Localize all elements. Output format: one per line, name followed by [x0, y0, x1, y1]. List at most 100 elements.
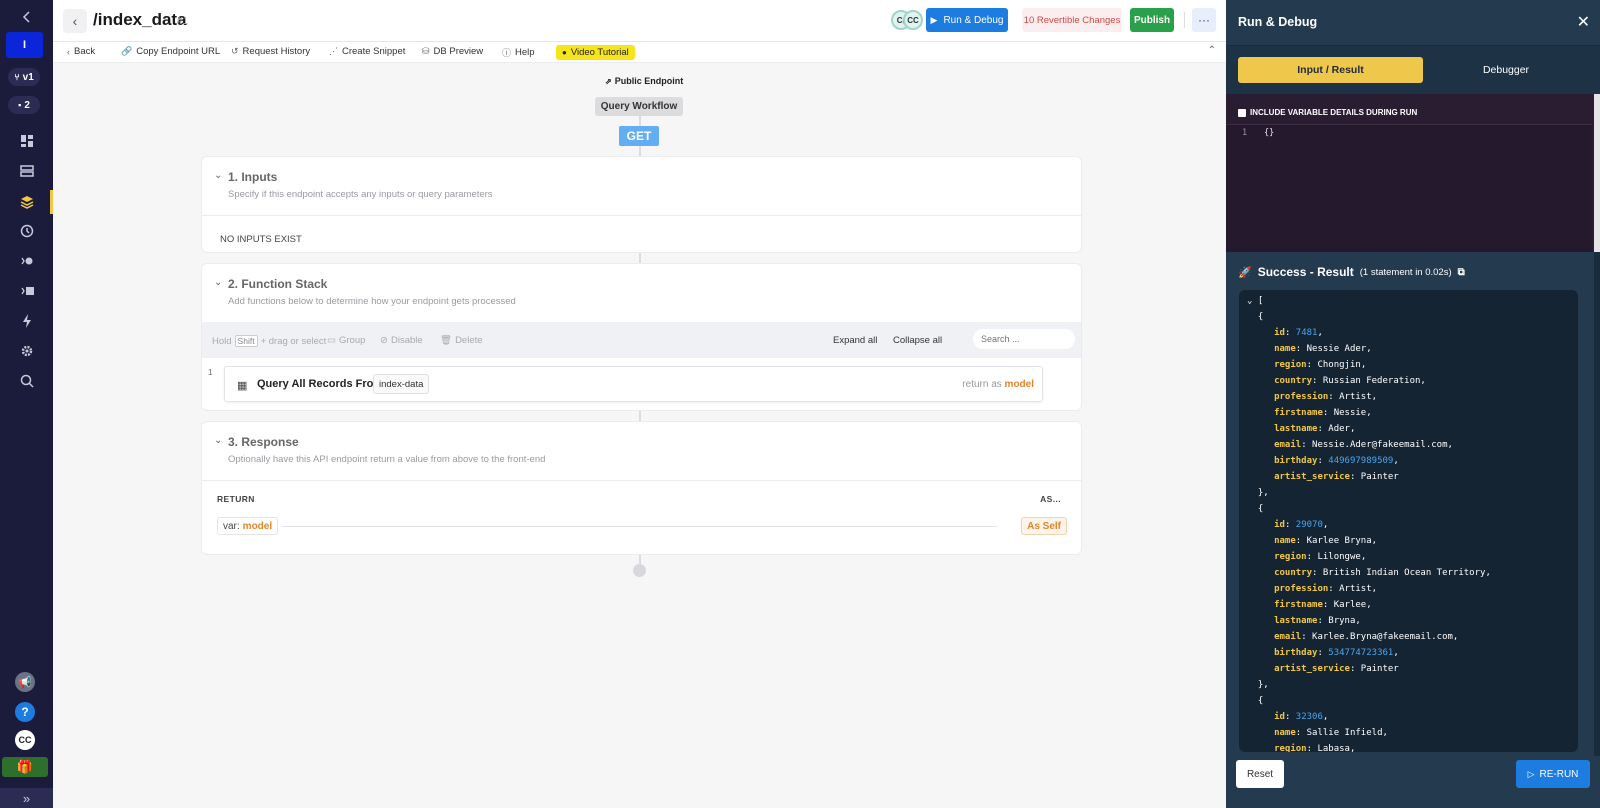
workflow-type-badge: Query Workflow [595, 97, 683, 116]
group-icon: ▭ [327, 335, 336, 346]
group-button[interactable]: ▭ Group [327, 335, 365, 346]
json-key: lastname [1274, 424, 1318, 434]
function-step[interactable]: ▦ Query All Records From index-data retu… [224, 366, 1043, 402]
json-line: lastname: Ader, [1274, 424, 1356, 434]
drag-text: + drag or select [260, 335, 327, 347]
input-json-editor[interactable]: 1 {} [1226, 124, 1592, 252]
link-icon: 🔗 [121, 46, 133, 56]
json-value: Karlee.Bryna@fakeemail.com [1312, 632, 1453, 642]
json-key: id [1274, 712, 1285, 722]
revertible-changes-button[interactable]: 10 Revertible Changes [1022, 8, 1122, 32]
json-key: profession [1274, 584, 1329, 594]
reset-button[interactable]: Reset [1236, 760, 1284, 788]
chevron-down-icon[interactable]: ⌄ [214, 435, 222, 446]
json-value: Karlee Bryna [1306, 536, 1372, 546]
include-variables-label: INCLUDE VARIABLE DETAILS DURING RUN [1250, 108, 1418, 117]
collapse-chevron-icon[interactable] [0, 2, 53, 32]
json-value: 449697989509 [1328, 456, 1394, 466]
json-key: email [1274, 440, 1302, 450]
collapse-all-button[interactable]: Collapse all [893, 335, 942, 346]
inputs-title[interactable]: 1. Inputs [228, 170, 277, 184]
collapse-toolbar-icon[interactable]: ⌃ [1208, 45, 1216, 56]
marketplace-icon[interactable] [0, 276, 53, 306]
functions-bolt-icon[interactable] [0, 306, 53, 336]
expand-rail-icon[interactable]: » [0, 788, 53, 808]
delete-button[interactable]: 🗑 Delete [440, 335, 483, 346]
scrollbar[interactable] [1594, 252, 1600, 756]
include-variables-checkbox[interactable]: INCLUDE VARIABLE DETAILS DURING RUN [1238, 108, 1417, 117]
play-outline-icon: ▷ [1527, 768, 1535, 779]
json-key: firstname [1274, 600, 1323, 610]
chevron-down-icon[interactable]: ⌄ [214, 277, 222, 288]
help-icon[interactable]: ? [15, 702, 35, 722]
dashboard-icon[interactable] [0, 126, 53, 156]
back-link[interactable]: ‹ Back [67, 46, 95, 57]
scrollbar[interactable] [1594, 94, 1600, 252]
empty-inputs-message: NO INPUTS EXIST [220, 234, 302, 245]
disable-button[interactable]: ⊘ Disable [380, 335, 423, 346]
as-self-chip[interactable]: As Self [1021, 517, 1067, 535]
json-object-open: { [1247, 312, 1264, 322]
help-link[interactable]: ⓘ Help [502, 46, 535, 59]
search-icon[interactable] [0, 366, 53, 396]
result-json-viewer[interactable]: ⌄ [ { id: 7481, name: Nessie Ader, regio… [1239, 290, 1578, 752]
api-layers-icon[interactable] [0, 187, 53, 217]
json-key: lastname [1274, 616, 1318, 626]
json-line: firstname: Karlee, [1274, 600, 1372, 610]
editor-line-number: 1 [1242, 128, 1248, 138]
checkbox-box[interactable] [1238, 108, 1246, 117]
tab-debugger[interactable]: Debugger [1422, 57, 1590, 83]
step-table-badge[interactable]: index-data [373, 374, 430, 394]
create-snippet-link[interactable]: ⋰ Create Snippet [329, 46, 405, 57]
addons-icon[interactable] [0, 246, 53, 276]
request-history-link[interactable]: ↺ Request History [231, 46, 310, 57]
panel-tabs: Input / Result Debugger [1226, 46, 1600, 94]
app-switcher-button[interactable]: I [6, 32, 43, 58]
json-object-close: }, [1247, 680, 1269, 690]
chevron-down-icon[interactable]: ⌄ [214, 170, 222, 181]
more-options-button[interactable]: ··· [1192, 8, 1216, 32]
json-key: region [1274, 360, 1307, 370]
run-debug-button[interactable]: ▶ Run & Debug [926, 8, 1008, 32]
rocket-icon: 🚀 [1238, 266, 1252, 279]
user-avatar[interactable]: CC [15, 730, 35, 750]
function-stack-title[interactable]: 2. Function Stack [228, 277, 327, 291]
share-icon: ⋰ [329, 46, 338, 56]
close-icon[interactable]: ✕ [1577, 12, 1590, 32]
http-method-badge[interactable]: GET [619, 126, 659, 146]
publish-button[interactable]: Publish [1130, 8, 1174, 32]
video-tutorial-button[interactable]: ● Video Tutorial [556, 45, 635, 60]
chevron-left-icon: ‹ [67, 46, 70, 57]
history-icon[interactable] [0, 216, 53, 246]
branch-selector[interactable]: ⑂ v1 [8, 68, 40, 86]
json-value: Painter [1360, 664, 1399, 674]
editor-code[interactable]: {} [1264, 128, 1274, 138]
comments-button[interactable]: ▪ 2 [8, 96, 40, 114]
tab-input-result[interactable]: Input / Result [1238, 57, 1423, 83]
json-line: country: Russian Federation, [1274, 376, 1426, 386]
copy-icon[interactable]: ⧉ [1458, 267, 1465, 278]
database-icon[interactable] [0, 156, 53, 186]
gift-icon[interactable]: 🎁 [2, 757, 48, 777]
announcement-icon[interactable]: 📢 [15, 672, 35, 692]
function-search-input[interactable] [973, 329, 1075, 349]
branch-label: v1 [22, 71, 34, 83]
trash-icon: 🗑 [440, 335, 453, 346]
expand-all-button[interactable]: Expand all [833, 335, 877, 346]
json-value: 534774723361 [1328, 648, 1394, 658]
json-key: region [1274, 744, 1307, 752]
response-title[interactable]: 3. Response [228, 435, 299, 449]
settings-gear-icon[interactable] [0, 336, 53, 366]
back-arrow-icon[interactable]: ‹ [63, 9, 87, 33]
copy-endpoint-url-link[interactable]: 🔗 Copy Endpoint URL [121, 46, 220, 57]
video-label: Video Tutorial [570, 47, 629, 58]
json-key: artist_service [1274, 664, 1350, 674]
response-card: ⌄ 3. Response Optionally have this API e… [201, 421, 1082, 555]
json-value: 32306 [1295, 712, 1323, 722]
public-endpoint-text: Public Endpoint [614, 76, 684, 86]
json-value: Chongjin [1317, 360, 1361, 370]
db-preview-link[interactable]: ⛁ DB Preview [422, 46, 483, 57]
json-line: profession: Artist, [1274, 392, 1378, 402]
rerun-button[interactable]: ▷ RE-RUN [1516, 760, 1590, 788]
response-var-chip[interactable]: var: model [217, 517, 279, 535]
